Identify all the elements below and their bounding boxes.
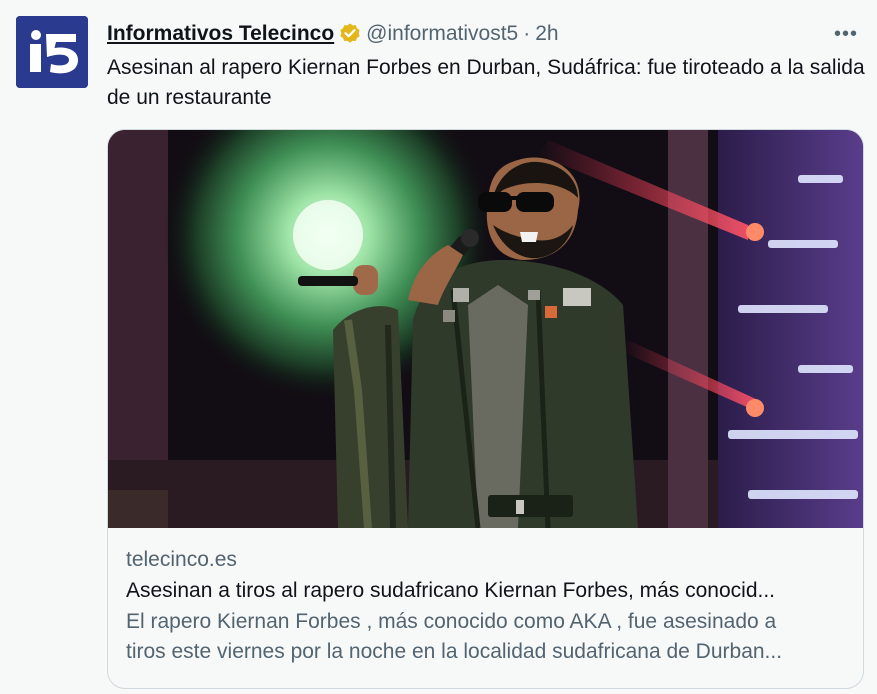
card-title: Asesinan a tiros al rapero sudafricano K… [126, 579, 776, 602]
timestamp[interactable]: 2h [535, 22, 558, 46]
tweet-header: Informativos Telecinco @informativost5 ·… [107, 20, 861, 48]
card-description-line: El rapero Kiernan Forbes , más conocido … [126, 610, 777, 633]
card-description-line: tiros este viernes por la noche en la lo… [126, 640, 783, 663]
card-domain: telecinco.es [126, 548, 237, 571]
tweet-text: Asesinan al rapero Kiernan Forbes en Dur… [107, 56, 865, 109]
card-info: telecinco.es Asesinan a tiros al rapero … [126, 545, 845, 667]
telecinco-logo-icon [16, 16, 88, 88]
avatar[interactable] [16, 16, 88, 88]
separator-dot: · [523, 22, 531, 45]
link-card[interactable]: telecinco.es Asesinan a tiros al rapero … [107, 129, 864, 689]
verified-badge-icon [338, 22, 362, 46]
more-options-icon[interactable]: ••• [831, 20, 861, 48]
author-name[interactable]: Informativos Telecinco [107, 22, 334, 46]
author-handle[interactable]: @informativost5 [366, 22, 518, 46]
card-description: El rapero Kiernan Forbes , más conocido … [126, 607, 845, 667]
card-image [108, 130, 863, 528]
